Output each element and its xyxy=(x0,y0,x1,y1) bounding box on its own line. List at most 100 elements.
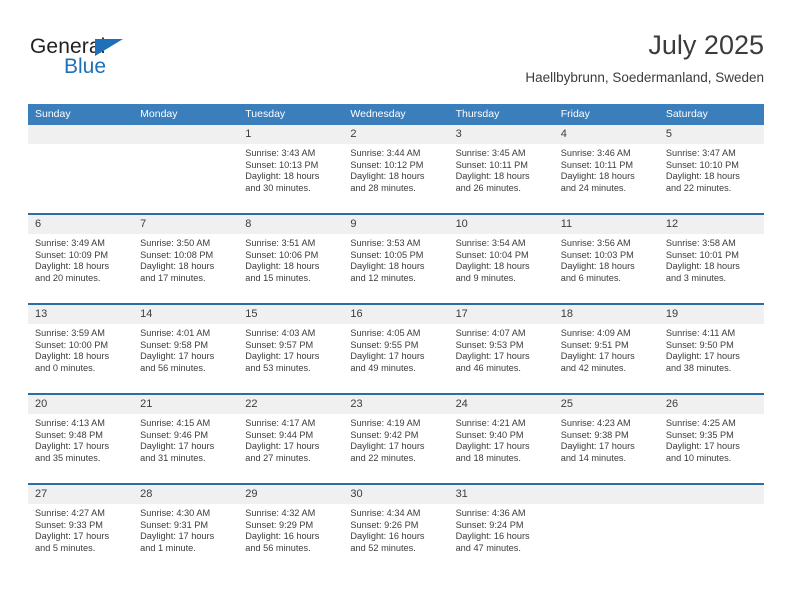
day-sunset-text: Sunset: 9:29 PM xyxy=(245,519,314,530)
day-cell-19[interactable]: Sunrise: 4:11 AM Sunset: 9:50 PM Daylight:… xyxy=(659,324,764,393)
day-cell-15[interactable]: Sunrise: 4:03 AM Sunset: 9:57 PM Daylight:… xyxy=(238,324,343,393)
day-sunset-text: Sunset: 10:12 PM xyxy=(350,159,424,170)
day-cell-30[interactable]: Sunrise: 4:34 AM Sunset: 9:26 PM Daylight:… xyxy=(343,504,448,573)
day-daylight-line-text: Daylight: 17 hours xyxy=(455,351,530,362)
day-sunset-text: Sunset: 9:58 PM xyxy=(140,339,209,350)
day-daylight-line-text: and 35 minutes. xyxy=(35,453,101,464)
day-cell-9[interactable]: Sunrise: 3:53 AM Sunset: 10:05 PM Daylight… xyxy=(343,234,448,303)
day-cell-21[interactable]: Sunrise: 4:15 AM Sunset: 9:46 PM Daylight:… xyxy=(133,414,238,483)
day-cell-5[interactable]: Sunrise: 3:47 AM Sunset: 10:10 PM Daylight… xyxy=(659,144,764,213)
day-detail-band: Sunrise: 3:43 AM Sunset: 10:13 PM Daylight… xyxy=(28,144,764,213)
day-number-25[interactable]: 25 xyxy=(554,395,659,414)
day-sunrise-text: Sunrise: 4:21 AM xyxy=(455,418,526,428)
day-detail-band: Sunrise: 3:59 AM Sunset: 10:00 PM Daylight… xyxy=(28,324,764,393)
day-cell-11[interactable]: Sunrise: 3:56 AM Sunset: 10:03 PM Daylight… xyxy=(554,234,659,303)
day-number-8[interactable]: 8 xyxy=(238,215,343,234)
calendar-weeks: 1 2 3 4 5 Sunrise: 3:43 AM Sunset: 10:13 PM Day… xyxy=(28,125,764,573)
day-number-empty xyxy=(659,485,764,504)
day-sunset-text: Sunset: 9:38 PM xyxy=(560,429,629,440)
day-number-14[interactable]: 14 xyxy=(133,305,238,324)
day-daylight-line-text: and 42 minutes. xyxy=(560,363,627,374)
day-daylight-line-text: and 12 minutes. xyxy=(350,273,416,284)
day-cell-6[interactable]: Sunrise: 3:49 AM Sunset: 10:09 PM Daylight… xyxy=(28,234,133,303)
day-cell-20[interactable]: Sunrise: 4:13 AM Sunset: 9:48 PM Daylight:… xyxy=(28,414,133,483)
day-number-17[interactable]: 17 xyxy=(449,305,554,324)
day-cell-8[interactable]: Sunrise: 3:51 AM Sunset: 10:06 PM Daylight… xyxy=(238,234,343,303)
day-sunrise-text: Sunrise: 4:11 AM xyxy=(665,328,736,338)
day-number-23[interactable]: 23 xyxy=(343,395,448,414)
day-number-2[interactable]: 2 xyxy=(343,125,448,144)
day-number-18[interactable]: 18 xyxy=(554,305,659,324)
day-cell-12[interactable]: Sunrise: 3:58 AM Sunset: 10:01 PM Daylight… xyxy=(659,234,764,303)
day-number-4[interactable]: 4 xyxy=(554,125,659,144)
day-daylight-line-text: Daylight: 18 hours xyxy=(560,261,635,272)
day-cell-31[interactable]: Sunrise: 4:36 AM Sunset: 9:24 PM Daylight:… xyxy=(449,504,554,573)
weekday-header-saturday: Saturday xyxy=(665,108,708,120)
day-cell-26[interactable]: Sunrise: 4:25 AM Sunset: 9:35 PM Daylight:… xyxy=(659,414,764,483)
calendar-page: General Blue July 2025 Haellbybrunn, Soe… xyxy=(0,0,792,612)
day-number-19[interactable]: 19 xyxy=(659,305,764,324)
day-number-21[interactable]: 21 xyxy=(133,395,238,414)
day-number-5[interactable]: 5 xyxy=(659,125,764,144)
day-cell-22[interactable]: Sunrise: 4:17 AM Sunset: 9:44 PM Daylight:… xyxy=(238,414,343,483)
day-number-6[interactable]: 6 xyxy=(28,215,133,234)
day-daylight-line-text: Daylight: 18 hours xyxy=(245,261,320,272)
day-sunrise-text: Sunrise: 4:09 AM xyxy=(560,328,631,338)
day-number-20[interactable]: 20 xyxy=(28,395,133,414)
day-number-22[interactable]: 22 xyxy=(238,395,343,414)
day-number-11[interactable]: 11 xyxy=(554,215,659,234)
day-number-30[interactable]: 30 xyxy=(343,485,448,504)
day-daylight-line-text: Daylight: 17 hours xyxy=(35,441,110,452)
day-sunrise-text: Sunrise: 4:30 AM xyxy=(140,508,211,518)
day-cell-28[interactable]: Sunrise: 4:30 AM Sunset: 9:31 PM Daylight:… xyxy=(133,504,238,573)
day-cell-2[interactable]: Sunrise: 3:44 AM Sunset: 10:12 PM Daylight… xyxy=(343,144,448,213)
day-detail-band: Sunrise: 4:13 AM Sunset: 9:48 PM Daylight:… xyxy=(28,414,764,483)
day-number-29[interactable]: 29 xyxy=(238,485,343,504)
day-daylight-line-text: Daylight: 16 hours xyxy=(245,531,320,542)
day-number-10[interactable]: 10 xyxy=(449,215,554,234)
day-cell-24[interactable]: Sunrise: 4:21 AM Sunset: 9:40 PM Daylight:… xyxy=(449,414,554,483)
day-cell-7[interactable]: Sunrise: 3:50 AM Sunset: 10:08 PM Daylight… xyxy=(133,234,238,303)
day-number-13[interactable]: 13 xyxy=(28,305,133,324)
day-number-15[interactable]: 15 xyxy=(238,305,343,324)
day-daylight-line-text: Daylight: 18 hours xyxy=(560,171,635,182)
day-daylight-line-text: Daylight: 17 hours xyxy=(35,531,110,542)
day-cell-17[interactable]: Sunrise: 4:07 AM Sunset: 9:53 PM Daylight:… xyxy=(449,324,554,393)
day-number-27[interactable]: 27 xyxy=(28,485,133,504)
logo-triangle-icon xyxy=(95,39,123,56)
day-number-1[interactable]: 1 xyxy=(238,125,343,144)
day-cell-25[interactable]: Sunrise: 4:23 AM Sunset: 9:38 PM Daylight:… xyxy=(554,414,659,483)
logo-text-blue: Blue xyxy=(64,55,107,78)
day-daylight-line-text: Daylight: 18 hours xyxy=(665,261,740,272)
day-daylight-line-text: Daylight: 17 hours xyxy=(350,351,425,362)
day-daylight-line-text: Daylight: 18 hours xyxy=(665,171,740,182)
day-number-12[interactable]: 12 xyxy=(659,215,764,234)
day-cell-16[interactable]: Sunrise: 4:05 AM Sunset: 9:55 PM Daylight:… xyxy=(343,324,448,393)
day-cell-29[interactable]: Sunrise: 4:32 AM Sunset: 9:29 PM Daylight:… xyxy=(238,504,343,573)
day-cell-14[interactable]: Sunrise: 4:01 AM Sunset: 9:58 PM Daylight:… xyxy=(133,324,238,393)
day-sunrise-text: Sunrise: 3:49 AM xyxy=(35,238,105,248)
day-sunset-text: Sunset: 10:13 PM xyxy=(245,159,319,170)
day-cell-13[interactable]: Sunrise: 3:59 AM Sunset: 10:00 PM Daylight… xyxy=(28,324,133,393)
day-number-24[interactable]: 24 xyxy=(449,395,554,414)
day-cell-23[interactable]: Sunrise: 4:19 AM Sunset: 9:42 PM Daylight:… xyxy=(343,414,448,483)
day-cell-1[interactable]: Sunrise: 3:43 AM Sunset: 10:13 PM Daylight… xyxy=(238,144,343,213)
day-cell-27[interactable]: Sunrise: 4:27 AM Sunset: 9:33 PM Daylight:… xyxy=(28,504,133,573)
weekday-header-row: Sunday Monday Tuesday Wednesday Thursday Frid… xyxy=(28,104,764,125)
day-number-7[interactable]: 7 xyxy=(133,215,238,234)
day-number-16[interactable]: 16 xyxy=(343,305,448,324)
day-number-3[interactable]: 3 xyxy=(449,125,554,144)
day-sunrise-text: Sunrise: 3:51 AM xyxy=(245,238,316,248)
day-number-31[interactable]: 31 xyxy=(449,485,554,504)
day-number-28[interactable]: 28 xyxy=(133,485,238,504)
day-sunset-text: Sunset: 10:11 PM xyxy=(560,159,634,170)
day-cell-18[interactable]: Sunrise: 4:09 AM Sunset: 9:51 PM Daylight:… xyxy=(554,324,659,393)
general-blue-logo[interactable]: General Blue xyxy=(30,36,170,82)
day-number-26[interactable]: 26 xyxy=(659,395,764,414)
day-sunrise-text: Sunrise: 4:27 AM xyxy=(35,508,105,518)
day-cell-3[interactable]: Sunrise: 3:45 AM Sunset: 10:11 PM Daylight… xyxy=(449,144,554,213)
day-number-9[interactable]: 9 xyxy=(343,215,448,234)
day-cell-10[interactable]: Sunrise: 3:54 AM Sunset: 10:04 PM Daylight… xyxy=(449,234,554,303)
day-cell-4[interactable]: Sunrise: 3:46 AM Sunset: 10:11 PM Daylight… xyxy=(554,144,659,213)
day-number-empty xyxy=(28,125,133,144)
